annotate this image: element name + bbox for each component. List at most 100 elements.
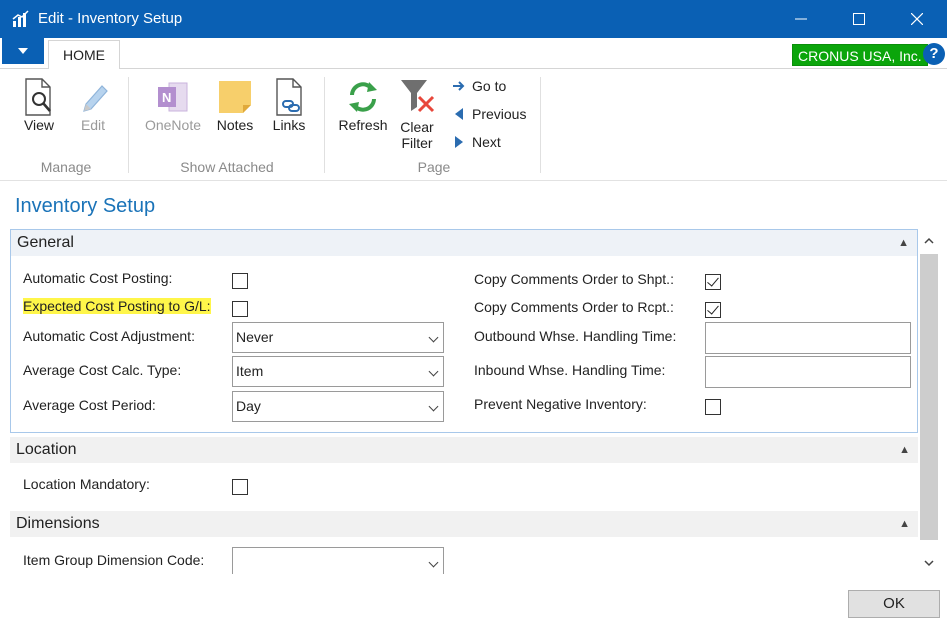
page-title: Inventory Setup	[15, 195, 156, 217]
prevent-negative-inventory-label: Prevent Negative Inventory:	[474, 396, 647, 412]
clear-filter-icon	[401, 80, 435, 113]
page-group-label: Page	[417, 159, 451, 175]
ribbon-separator	[324, 77, 325, 173]
edit-label: Edit	[80, 117, 106, 133]
window-title: Edit - Inventory Setup	[38, 10, 183, 27]
scroll-up-button[interactable]	[918, 229, 940, 251]
expected-cost-posting-checkbox[interactable]	[232, 301, 248, 317]
copy-comments-rcpt-checkbox[interactable]	[705, 302, 721, 318]
dimensions-header[interactable]: Dimensions ▲	[10, 511, 918, 537]
outbound-whse-time-input[interactable]	[705, 322, 911, 354]
copy-comments-rcpt-label: Copy Comments Order to Rcpt.:	[474, 299, 674, 315]
average-cost-period-select[interactable]: Day	[232, 391, 444, 422]
chevron-down-icon	[18, 48, 28, 54]
content-area: General ▲ Automatic Cost Posting: Expect…	[10, 229, 918, 574]
copy-comments-shpt-checkbox[interactable]	[705, 274, 721, 290]
tab-home[interactable]: HOME	[48, 40, 120, 70]
maximize-button[interactable]	[830, 0, 888, 38]
chevron-down-icon	[428, 332, 439, 343]
help-icon[interactable]: ?	[923, 43, 945, 65]
notes-button[interactable]: Notes	[210, 77, 260, 133]
next-button[interactable]: Next	[452, 134, 501, 150]
triangle-left-icon	[455, 108, 463, 120]
copy-comments-shpt-label: Copy Comments Order to Shpt.:	[474, 271, 674, 287]
clear-filter-button[interactable]: Clear Filter	[392, 77, 442, 151]
close-icon	[911, 13, 923, 25]
ribbon-separator	[540, 77, 541, 173]
application-menu-button[interactable]	[2, 38, 44, 64]
chevron-up-icon	[924, 237, 934, 244]
title-bar: Edit - Inventory Setup	[0, 0, 947, 38]
prevent-negative-inventory-checkbox[interactable]	[705, 399, 721, 415]
svg-text:N: N	[162, 90, 171, 105]
automatic-cost-posting-checkbox[interactable]	[232, 273, 248, 289]
location-mandatory-checkbox[interactable]	[232, 479, 248, 495]
dimensions-header-label: Dimensions	[16, 515, 100, 532]
edit-button[interactable]: Edit	[70, 77, 116, 133]
ok-button[interactable]: OK	[848, 590, 940, 618]
automatic-cost-adjustment-select[interactable]: Never	[232, 322, 444, 353]
chevron-up-icon: ▲	[899, 518, 910, 530]
minimize-button[interactable]	[772, 0, 830, 38]
average-cost-calc-type-select[interactable]: Item	[232, 356, 444, 387]
go-to-label: Go to	[472, 78, 507, 94]
links-button[interactable]: Links	[264, 77, 314, 133]
refresh-button[interactable]: Refresh	[334, 77, 392, 133]
notes-label: Notes	[216, 117, 254, 133]
sticky-note-icon	[219, 81, 251, 113]
pencil-icon	[83, 85, 108, 112]
chevron-down-icon	[924, 559, 934, 566]
inbound-whse-time-input[interactable]	[705, 356, 911, 388]
onenote-button[interactable]: N OneNote	[138, 77, 208, 133]
go-to-button[interactable]: Go to	[452, 78, 506, 94]
previous-button[interactable]: Previous	[452, 106, 526, 122]
location-mandatory-label: Location Mandatory:	[23, 476, 150, 492]
inbound-whse-time-label: Inbound Whse. Handling Time:	[474, 362, 666, 378]
app-chart-icon	[12, 10, 29, 27]
automatic-cost-adjustment-value: Never	[236, 329, 274, 345]
dimensions-fasttab: Dimensions ▲ Item Group Dimension Code:	[10, 511, 918, 574]
manage-group-label: Manage	[40, 159, 92, 175]
chevron-down-icon	[428, 557, 439, 568]
view-button[interactable]: View	[14, 77, 64, 133]
minimize-icon	[795, 18, 807, 20]
average-cost-calc-type-value: Item	[236, 363, 264, 379]
link-document-icon	[276, 78, 302, 116]
ribbon: View Edit Manage N OneNote Notes Links S…	[0, 69, 947, 181]
general-header-label: General	[17, 234, 74, 251]
triangle-right-icon	[455, 136, 463, 148]
links-label: Links	[272, 117, 306, 133]
chevron-down-icon	[428, 366, 439, 377]
show-attached-group-label: Show Attached	[180, 159, 274, 175]
chevron-up-icon: ▲	[898, 237, 909, 249]
chevron-up-icon: ▲	[899, 444, 910, 456]
next-label: Next	[472, 134, 501, 150]
ribbon-separator	[128, 77, 129, 173]
clear-filter-label-line1: Clear	[400, 119, 434, 135]
company-badge[interactable]: CRONUS USA, Inc.	[792, 44, 928, 66]
general-fasttab: General ▲ Automatic Cost Posting: Expect…	[10, 229, 918, 433]
location-header[interactable]: Location ▲	[10, 437, 918, 463]
average-cost-calc-type-label: Average Cost Calc. Type:	[23, 362, 182, 378]
previous-label: Previous	[472, 106, 527, 122]
automatic-cost-posting-label: Automatic Cost Posting:	[23, 270, 173, 286]
ribbon-tab-row: HOME CRONUS USA, Inc. ?	[0, 38, 947, 70]
close-button[interactable]	[888, 0, 946, 38]
onenote-label: OneNote	[144, 117, 202, 133]
general-header[interactable]: General ▲	[11, 230, 917, 256]
inventory-setup-window: Edit - Inventory Setup HOME CRONUS USA, …	[0, 0, 947, 625]
location-header-label: Location	[16, 441, 77, 458]
average-cost-period-value: Day	[236, 398, 261, 414]
view-document-icon	[25, 78, 51, 116]
item-group-dimension-code-label: Item Group Dimension Code:	[23, 552, 205, 568]
item-group-dimension-code-select[interactable]	[232, 547, 444, 574]
view-label: View	[23, 117, 55, 133]
refresh-icon	[349, 82, 377, 112]
onenote-icon: N	[158, 82, 188, 112]
outbound-whse-time-label: Outbound Whse. Handling Time:	[474, 328, 677, 344]
expected-cost-posting-label: Expected Cost Posting to G/L:	[23, 298, 211, 314]
vertical-scrollbar[interactable]	[918, 229, 940, 574]
scroll-thumb[interactable]	[920, 254, 938, 540]
location-fasttab: Location ▲ Location Mandatory:	[10, 437, 918, 507]
scroll-down-button[interactable]	[918, 552, 940, 574]
